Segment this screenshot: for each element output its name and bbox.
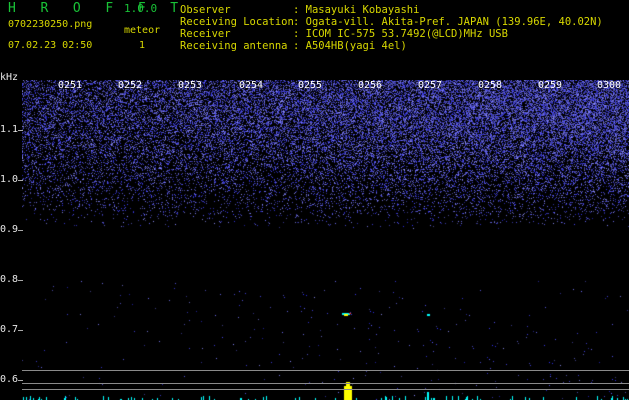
file-name: 0702230250.png [8,19,93,30]
time-tick-label: 0257 [418,80,443,91]
reference-line [22,370,629,371]
meteor-label: meteor [124,25,161,36]
freq-tick-label: 1.1 [0,124,19,135]
info-value: : A504HB(yagi 4el) [293,40,407,52]
freq-tick-mark [18,330,23,331]
time-tick-label: 0253 [178,80,203,91]
info-key: Receiving antenna [180,40,288,52]
info-antenna: Receiving antenna : A504HB(yagi 4el) [180,41,407,52]
meteor-count: 1 [139,40,146,51]
info-observer: Observer : Masayuki Kobayashi [180,5,419,16]
spectrogram-plot [22,80,629,400]
freq-tick-mark [18,280,23,281]
reference-line [22,383,629,384]
freq-tick-label: 0.8 [0,274,19,285]
reference-line [22,389,629,390]
freq-tick-label: 0.6 [0,374,19,385]
info-value: : ICOM IC-575 53.7492(@LCD)MHz USB [293,28,508,40]
app-title: H R O F F T [8,1,187,16]
freq-tick-label: 1.0 [0,174,19,185]
timestamp: 07.02.23 02:50 [8,40,93,51]
spectrogram-canvas [22,80,629,400]
freq-tick-label: 0.9 [0,224,19,235]
time-tick-label: 0252 [118,80,143,91]
info-value: : Ogata-vill. Akita-Pref. JAPAN (139.96E… [293,16,603,28]
time-tick-label: 0254 [239,80,264,91]
info-key: Observer [180,4,231,16]
time-tick-label: 0300 [597,80,622,91]
info-receiver: Receiver : ICOM IC-575 53.7492(@LCD)MHz U… [180,29,508,40]
time-tick-label: 0255 [298,80,323,91]
freq-tick-mark [18,380,23,381]
frequency-unit-label: kHz [0,72,19,83]
time-tick-label: 0259 [538,80,563,91]
app-version: 1.0.0 [124,2,158,15]
time-tick-label: 0251 [58,80,83,91]
info-key: Receiver [180,28,231,40]
freq-tick-label: 0.7 [0,324,19,335]
freq-tick-mark [18,230,23,231]
time-tick-label: 0256 [358,80,383,91]
info-location: Receiving Location: Ogata-vill. Akita-Pr… [180,17,603,28]
info-value: : Masayuki Kobayashi [293,4,420,16]
freq-tick-mark [18,130,23,131]
time-tick-label: 0258 [478,80,503,91]
info-key: Receiving Location [180,16,294,28]
freq-tick-mark [18,180,23,181]
